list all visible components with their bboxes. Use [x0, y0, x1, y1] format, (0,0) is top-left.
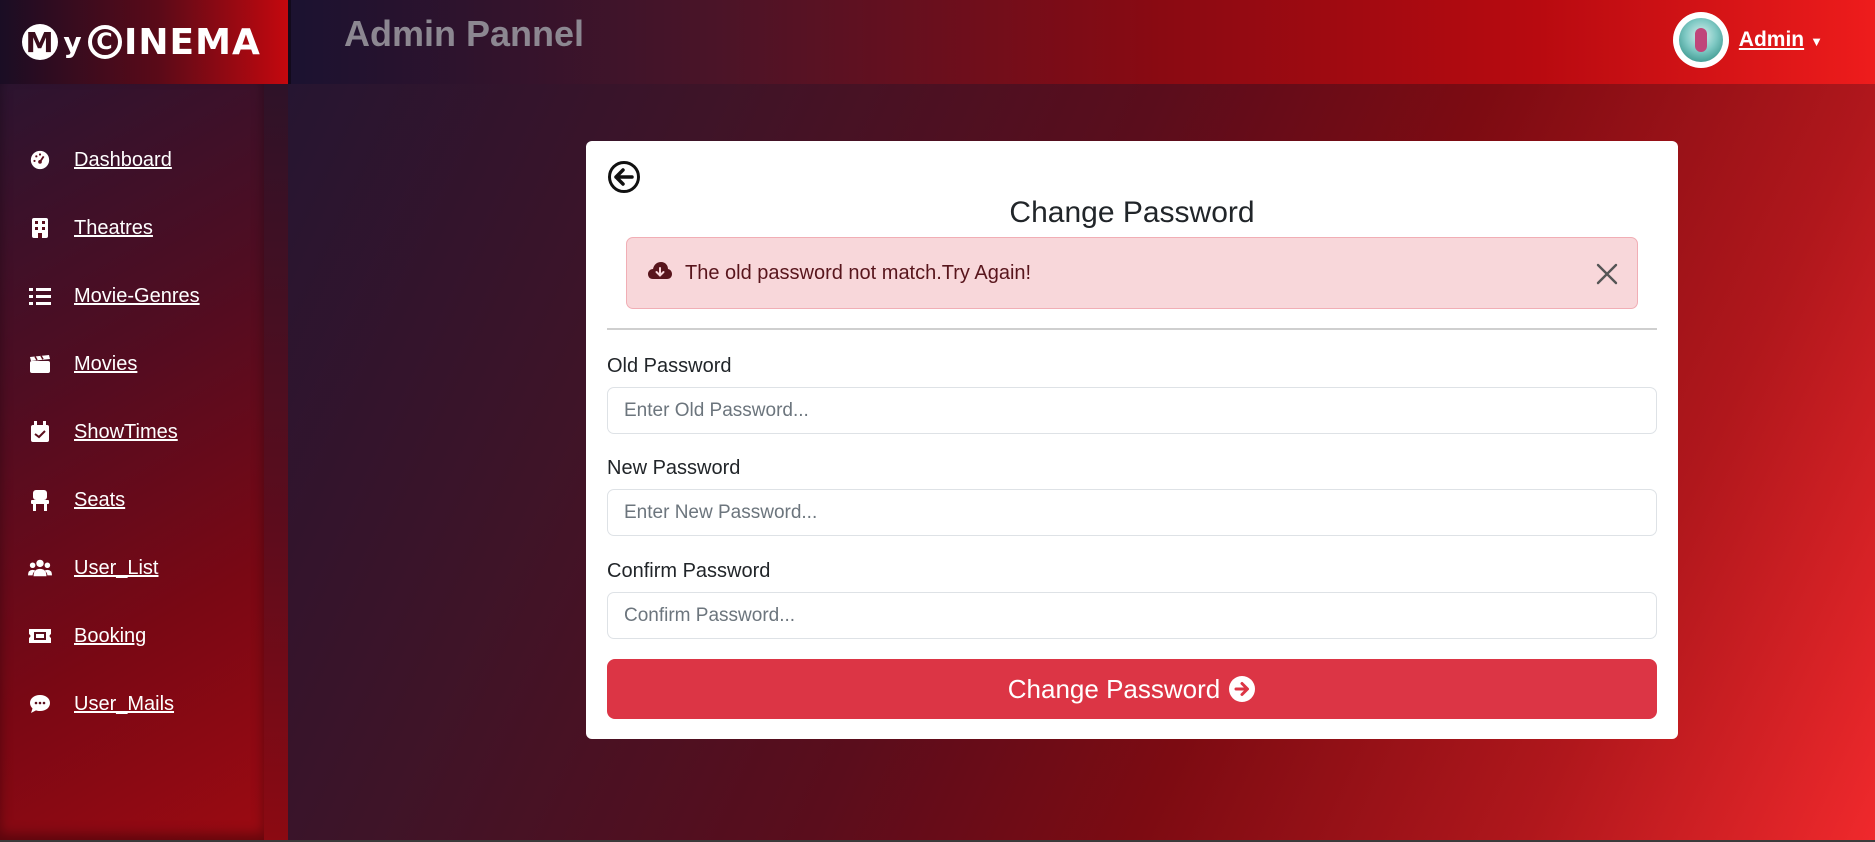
sidebar-item-user-list[interactable]: User_List: [28, 556, 158, 580]
sidebar-item-label: ShowTimes: [74, 420, 178, 443]
sidebar-item-label: Seats: [74, 488, 126, 511]
sidebar-item-movie-genres[interactable]: Movie-Genres: [28, 284, 200, 308]
comment-icon: [28, 692, 52, 716]
chevron-down-icon[interactable]: ▼: [1810, 34, 1823, 49]
sidebar-item-movies[interactable]: Movies: [28, 352, 137, 376]
error-alert: The old password not match.Try Again!: [626, 237, 1638, 309]
sidebar-item-label: User_List: [74, 556, 159, 579]
sidebar-item-dashboard[interactable]: Dashboard: [28, 148, 172, 172]
confirm-password-input[interactable]: [607, 592, 1657, 639]
form-title: Change Password: [1009, 196, 1255, 229]
page-title: Admin Pannel: [344, 13, 585, 54]
cloud-download-icon: [647, 260, 673, 286]
new-password-label: New Password: [607, 457, 741, 479]
arrow-right-circle-icon: [1228, 675, 1256, 703]
building-icon: [28, 216, 52, 240]
back-arrow-icon[interactable]: [607, 160, 641, 194]
calendar-check-icon: [28, 420, 52, 444]
sidebar-item-label: User_Mails: [74, 692, 175, 715]
sidebar-item-label: Movies: [74, 352, 138, 375]
submit-label: Change Password: [1007, 673, 1221, 704]
logo-separator: [288, 0, 291, 84]
users-icon: [28, 556, 52, 580]
change-password-button[interactable]: Change Password: [607, 659, 1657, 719]
sidebar-edge: [264, 84, 288, 842]
old-password-label: Old Password: [607, 355, 732, 377]
dashboard-gauge-icon: [28, 148, 52, 172]
avatar[interactable]: [1672, 12, 1729, 68]
sidebar-item-label: Theatres: [74, 216, 153, 239]
brand-logo[interactable]: My C INEMA: [0, 0, 288, 84]
change-password-card: Change Password The old password not mat…: [586, 141, 1678, 739]
ticket-icon: [28, 624, 52, 648]
logo-suffix: INEMA: [124, 21, 261, 63]
list-icon: [28, 284, 52, 308]
sidebar-item-label: Movie-Genres: [74, 284, 200, 307]
chair-icon: [28, 488, 52, 512]
sidebar-item-label: Dashboard: [74, 148, 172, 171]
sidebar-item-booking[interactable]: Booking: [28, 624, 146, 648]
user-name-link[interactable]: Admin: [1739, 28, 1804, 52]
divider: [607, 328, 1657, 330]
sidebar: [0, 84, 264, 842]
new-password-input[interactable]: [607, 489, 1657, 536]
old-password-input[interactable]: [607, 387, 1657, 434]
logo-text: My C INEMA: [22, 22, 261, 63]
sidebar-item-label: Booking: [74, 624, 147, 647]
logo-c-glyph: C: [88, 25, 122, 59]
logo-m-glyph: M: [22, 24, 58, 60]
sidebar-item-theatres[interactable]: Theatres: [28, 216, 153, 240]
confirm-password-label: Confirm Password: [607, 560, 771, 582]
avatar-image: [1678, 18, 1723, 62]
close-icon[interactable]: [1593, 260, 1621, 288]
sidebar-item-user-mails[interactable]: User_Mails: [28, 692, 174, 716]
sidebar-item-seats[interactable]: Seats: [28, 488, 125, 512]
alert-message: The old password not match.Try Again!: [685, 261, 1032, 284]
user-menu[interactable]: Admin ▼: [1672, 12, 1823, 68]
logo-y-glyph: y: [63, 25, 83, 59]
clapperboard-icon: [28, 352, 52, 376]
sidebar-item-showtimes[interactable]: ShowTimes: [28, 420, 178, 444]
